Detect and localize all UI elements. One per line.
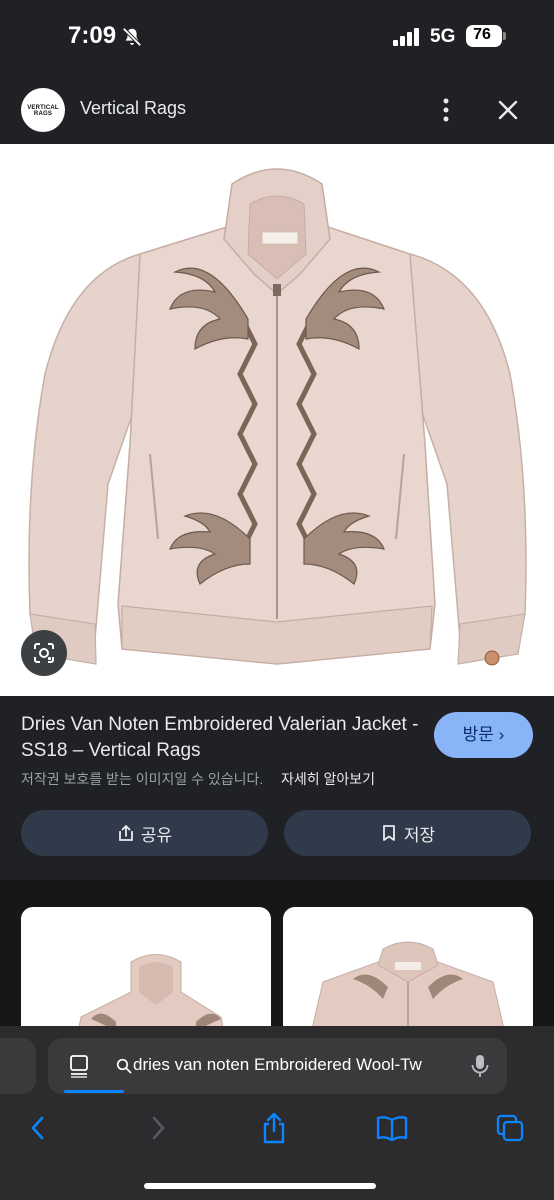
share-icon <box>118 825 133 841</box>
back-icon <box>31 1116 44 1140</box>
google-lens-icon <box>34 643 54 663</box>
bookmarks-button[interactable] <box>372 1106 412 1150</box>
jacket-image <box>28 168 527 666</box>
visit-button[interactable]: 방문 › <box>434 712 533 758</box>
search-icon <box>116 1058 132 1074</box>
bookmarks-icon <box>376 1116 408 1142</box>
status-bar: 7:09 5G 76 <box>0 0 554 76</box>
forward-button[interactable] <box>138 1106 178 1150</box>
result-header: VERTICAL RAGS Vertical Rags <box>0 76 554 144</box>
kebab-menu-icon[interactable] <box>432 94 460 126</box>
battery-nub <box>503 32 506 40</box>
site-name[interactable]: Vertical Rags <box>80 98 186 119</box>
browser-bottom-bar: dries van noten Embroidered Wool-Tw <box>0 1026 554 1200</box>
share-sheet-button[interactable] <box>254 1106 294 1150</box>
close-icon[interactable] <box>494 96 522 124</box>
result-title[interactable]: Dries Van Noten Embroidered Valerian Jac… <box>21 712 421 764</box>
reader-indicator <box>64 1090 124 1093</box>
back-button[interactable] <box>18 1106 58 1150</box>
address-bar[interactable]: dries van noten Embroidered Wool-Tw <box>48 1038 507 1094</box>
mic-icon[interactable] <box>468 1053 492 1079</box>
forward-icon <box>152 1116 165 1140</box>
bookmark-icon <box>382 825 395 841</box>
share-label: 공유 <box>140 825 173 845</box>
home-indicator <box>144 1183 376 1189</box>
network-label: 5G <box>430 26 456 47</box>
site-logo-text: VERTICAL RAGS <box>27 105 59 117</box>
address-text[interactable]: dries van noten Embroidered Wool-Tw <box>133 1055 449 1075</box>
battery-indicator: 76 <box>466 25 502 47</box>
previous-tab-preview[interactable] <box>0 1038 36 1094</box>
battery-level: 76 <box>473 26 491 43</box>
tabs-icon <box>496 1114 524 1142</box>
result-info-panel: Dries Van Noten Embroidered Valerian Jac… <box>0 696 554 880</box>
status-time: 7:09 <box>68 22 117 49</box>
copyright-notice: 저작권 보호를 받는 이미지일 수 있습니다. <box>21 771 264 787</box>
bell-slash-icon <box>122 27 142 47</box>
tabs-button[interactable] <box>490 1106 530 1150</box>
main-result-image[interactable] <box>0 144 554 696</box>
browser-toolbar <box>0 1106 554 1150</box>
share-button[interactable]: 공유 <box>21 810 268 856</box>
google-lens-button[interactable] <box>21 630 67 676</box>
learn-more-link[interactable]: 자세히 알아보기 <box>281 769 375 789</box>
signal-icon <box>393 28 419 46</box>
share-sheet-icon <box>263 1112 285 1144</box>
save-button[interactable]: 저장 <box>284 810 531 856</box>
site-logo[interactable]: VERTICAL RAGS <box>21 88 65 132</box>
save-label: 저장 <box>403 825 436 845</box>
reader-icon[interactable] <box>68 1054 90 1078</box>
visit-label: 방문 <box>462 725 494 744</box>
chevron-right-icon: › <box>498 725 505 744</box>
